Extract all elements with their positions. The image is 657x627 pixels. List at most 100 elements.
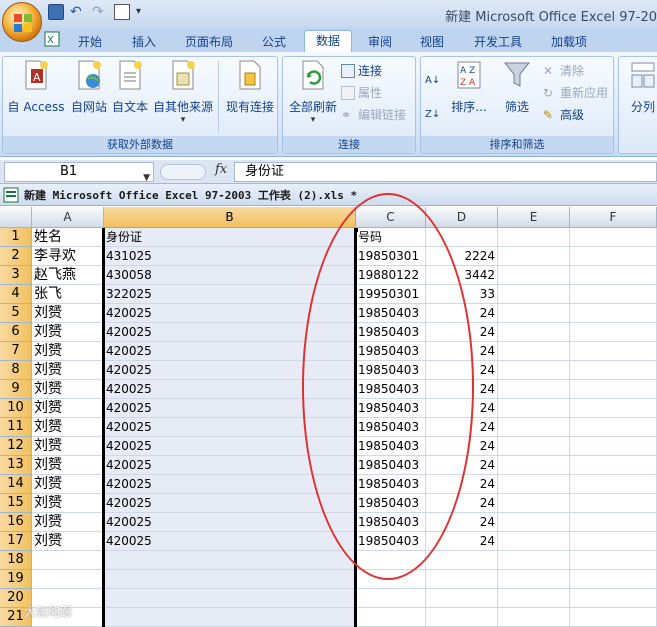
tab-insert[interactable]: 插入 (120, 32, 168, 52)
row-header-9[interactable]: 9 (0, 380, 32, 399)
row-header-15[interactable]: 15 (0, 494, 32, 513)
existing-connections-button[interactable]: 现有连接 (221, 59, 279, 115)
cell-e8[interactable] (498, 361, 570, 380)
cell-c12[interactable]: 19850403 (356, 437, 426, 456)
cell-b9[interactable]: 420025 (104, 380, 356, 399)
cell-e18[interactable] (498, 551, 570, 570)
cell-d18[interactable] (426, 551, 498, 570)
cell-e15[interactable] (498, 494, 570, 513)
text-to-columns-button[interactable]: 分列 (623, 59, 657, 115)
cell-c19[interactable] (356, 570, 426, 589)
cell-f5[interactable] (570, 304, 657, 323)
cell-a19[interactable] (32, 570, 104, 589)
cell-b4[interactable]: 322025 (104, 285, 356, 304)
edit-links-button[interactable]: ⚭ 编辑链接 (341, 105, 406, 125)
row-header-4[interactable]: 4 (0, 285, 32, 304)
cell-b7[interactable]: 420025 (104, 342, 356, 361)
cell-d3[interactable]: 3442 (426, 266, 498, 285)
cell-e17[interactable] (498, 532, 570, 551)
cell-c18[interactable] (356, 551, 426, 570)
row-header-19[interactable]: 19 (0, 570, 32, 589)
save-icon[interactable] (48, 4, 64, 20)
cell-b14[interactable]: 420025 (104, 475, 356, 494)
cell-f21[interactable] (570, 608, 657, 627)
cell-a10[interactable]: 刘赟 (32, 399, 104, 418)
cell-f12[interactable] (570, 437, 657, 456)
cell-d20[interactable] (426, 589, 498, 608)
row-header-14[interactable]: 14 (0, 475, 32, 494)
sort-asc-button[interactable]: A↓ (425, 71, 440, 91)
cell-d4[interactable]: 33 (426, 285, 498, 304)
cell-f11[interactable] (570, 418, 657, 437)
cell-e4[interactable] (498, 285, 570, 304)
row-header-5[interactable]: 5 (0, 304, 32, 323)
cell-c5[interactable]: 19850403 (356, 304, 426, 323)
column-header-c[interactable]: C (356, 207, 426, 228)
row-header-10[interactable]: 10 (0, 399, 32, 418)
cell-f7[interactable] (570, 342, 657, 361)
cell-d21[interactable] (426, 608, 498, 627)
cell-e20[interactable] (498, 589, 570, 608)
cell-a15[interactable]: 刘赟 (32, 494, 104, 513)
cell-b18[interactable] (104, 551, 356, 570)
cell-c6[interactable]: 19850403 (356, 323, 426, 342)
cell-f17[interactable] (570, 532, 657, 551)
cell-a3[interactable]: 赵飞燕 (32, 266, 104, 285)
select-all-corner[interactable] (0, 207, 32, 228)
tab-formulas[interactable]: 公式 (252, 32, 296, 52)
cell-c17[interactable]: 19850403 (356, 532, 426, 551)
row-header-7[interactable]: 7 (0, 342, 32, 361)
cell-b13[interactable]: 420025 (104, 456, 356, 475)
cell-c8[interactable]: 19850403 (356, 361, 426, 380)
cell-e19[interactable] (498, 570, 570, 589)
cell-d5[interactable]: 24 (426, 304, 498, 323)
cell-a18[interactable] (32, 551, 104, 570)
undo-icon[interactable]: ↶ (70, 4, 86, 20)
cell-d8[interactable]: 24 (426, 361, 498, 380)
cell-c10[interactable]: 19850403 (356, 399, 426, 418)
cell-b3[interactable]: 430058 (104, 266, 356, 285)
reapply-button[interactable]: ↻ 重新应用 (543, 83, 608, 103)
cell-c15[interactable]: 19850403 (356, 494, 426, 513)
cell-d16[interactable]: 24 (426, 513, 498, 532)
cell-f14[interactable] (570, 475, 657, 494)
cell-c7[interactable]: 19850403 (356, 342, 426, 361)
cell-f4[interactable] (570, 285, 657, 304)
from-access-button[interactable]: A 自 Access (5, 59, 67, 115)
column-header-b[interactable]: B (104, 207, 356, 228)
cell-f15[interactable] (570, 494, 657, 513)
cell-f16[interactable] (570, 513, 657, 532)
cell-c16[interactable]: 19850403 (356, 513, 426, 532)
cell-a16[interactable]: 刘赟 (32, 513, 104, 532)
cell-c2[interactable]: 19850301 (356, 247, 426, 266)
cell-a5[interactable]: 刘赟 (32, 304, 104, 323)
cell-e3[interactable] (498, 266, 570, 285)
row-header-6[interactable]: 6 (0, 323, 32, 342)
cell-f19[interactable] (570, 570, 657, 589)
filter-button[interactable]: 筛选 (495, 59, 539, 115)
cell-e9[interactable] (498, 380, 570, 399)
tab-developer[interactable]: 开发工具 (466, 32, 530, 52)
from-web-button[interactable]: 自网站 (67, 59, 111, 115)
formula-input[interactable]: 身份证 (234, 162, 657, 182)
cell-d9[interactable]: 24 (426, 380, 498, 399)
cell-b6[interactable]: 420025 (104, 323, 356, 342)
cell-a4[interactable]: 张飞 (32, 285, 104, 304)
cell-a8[interactable]: 刘赟 (32, 361, 104, 380)
cell-e13[interactable] (498, 456, 570, 475)
cell-e5[interactable] (498, 304, 570, 323)
column-header-f[interactable]: F (570, 207, 657, 228)
cell-f13[interactable] (570, 456, 657, 475)
cell-f3[interactable] (570, 266, 657, 285)
cell-c9[interactable]: 19850403 (356, 380, 426, 399)
column-header-a[interactable]: A (32, 207, 104, 228)
cell-f9[interactable] (570, 380, 657, 399)
row-header-8[interactable]: 8 (0, 361, 32, 380)
tab-review[interactable]: 审阅 (358, 32, 402, 52)
redo-icon[interactable]: ↷ (92, 4, 108, 20)
cell-c11[interactable]: 19850403 (356, 418, 426, 437)
cell-c4[interactable]: 19950301 (356, 285, 426, 304)
cell-d12[interactable]: 24 (426, 437, 498, 456)
cell-d15[interactable]: 24 (426, 494, 498, 513)
sort-button[interactable]: A ZZ A 排序... (447, 59, 491, 115)
